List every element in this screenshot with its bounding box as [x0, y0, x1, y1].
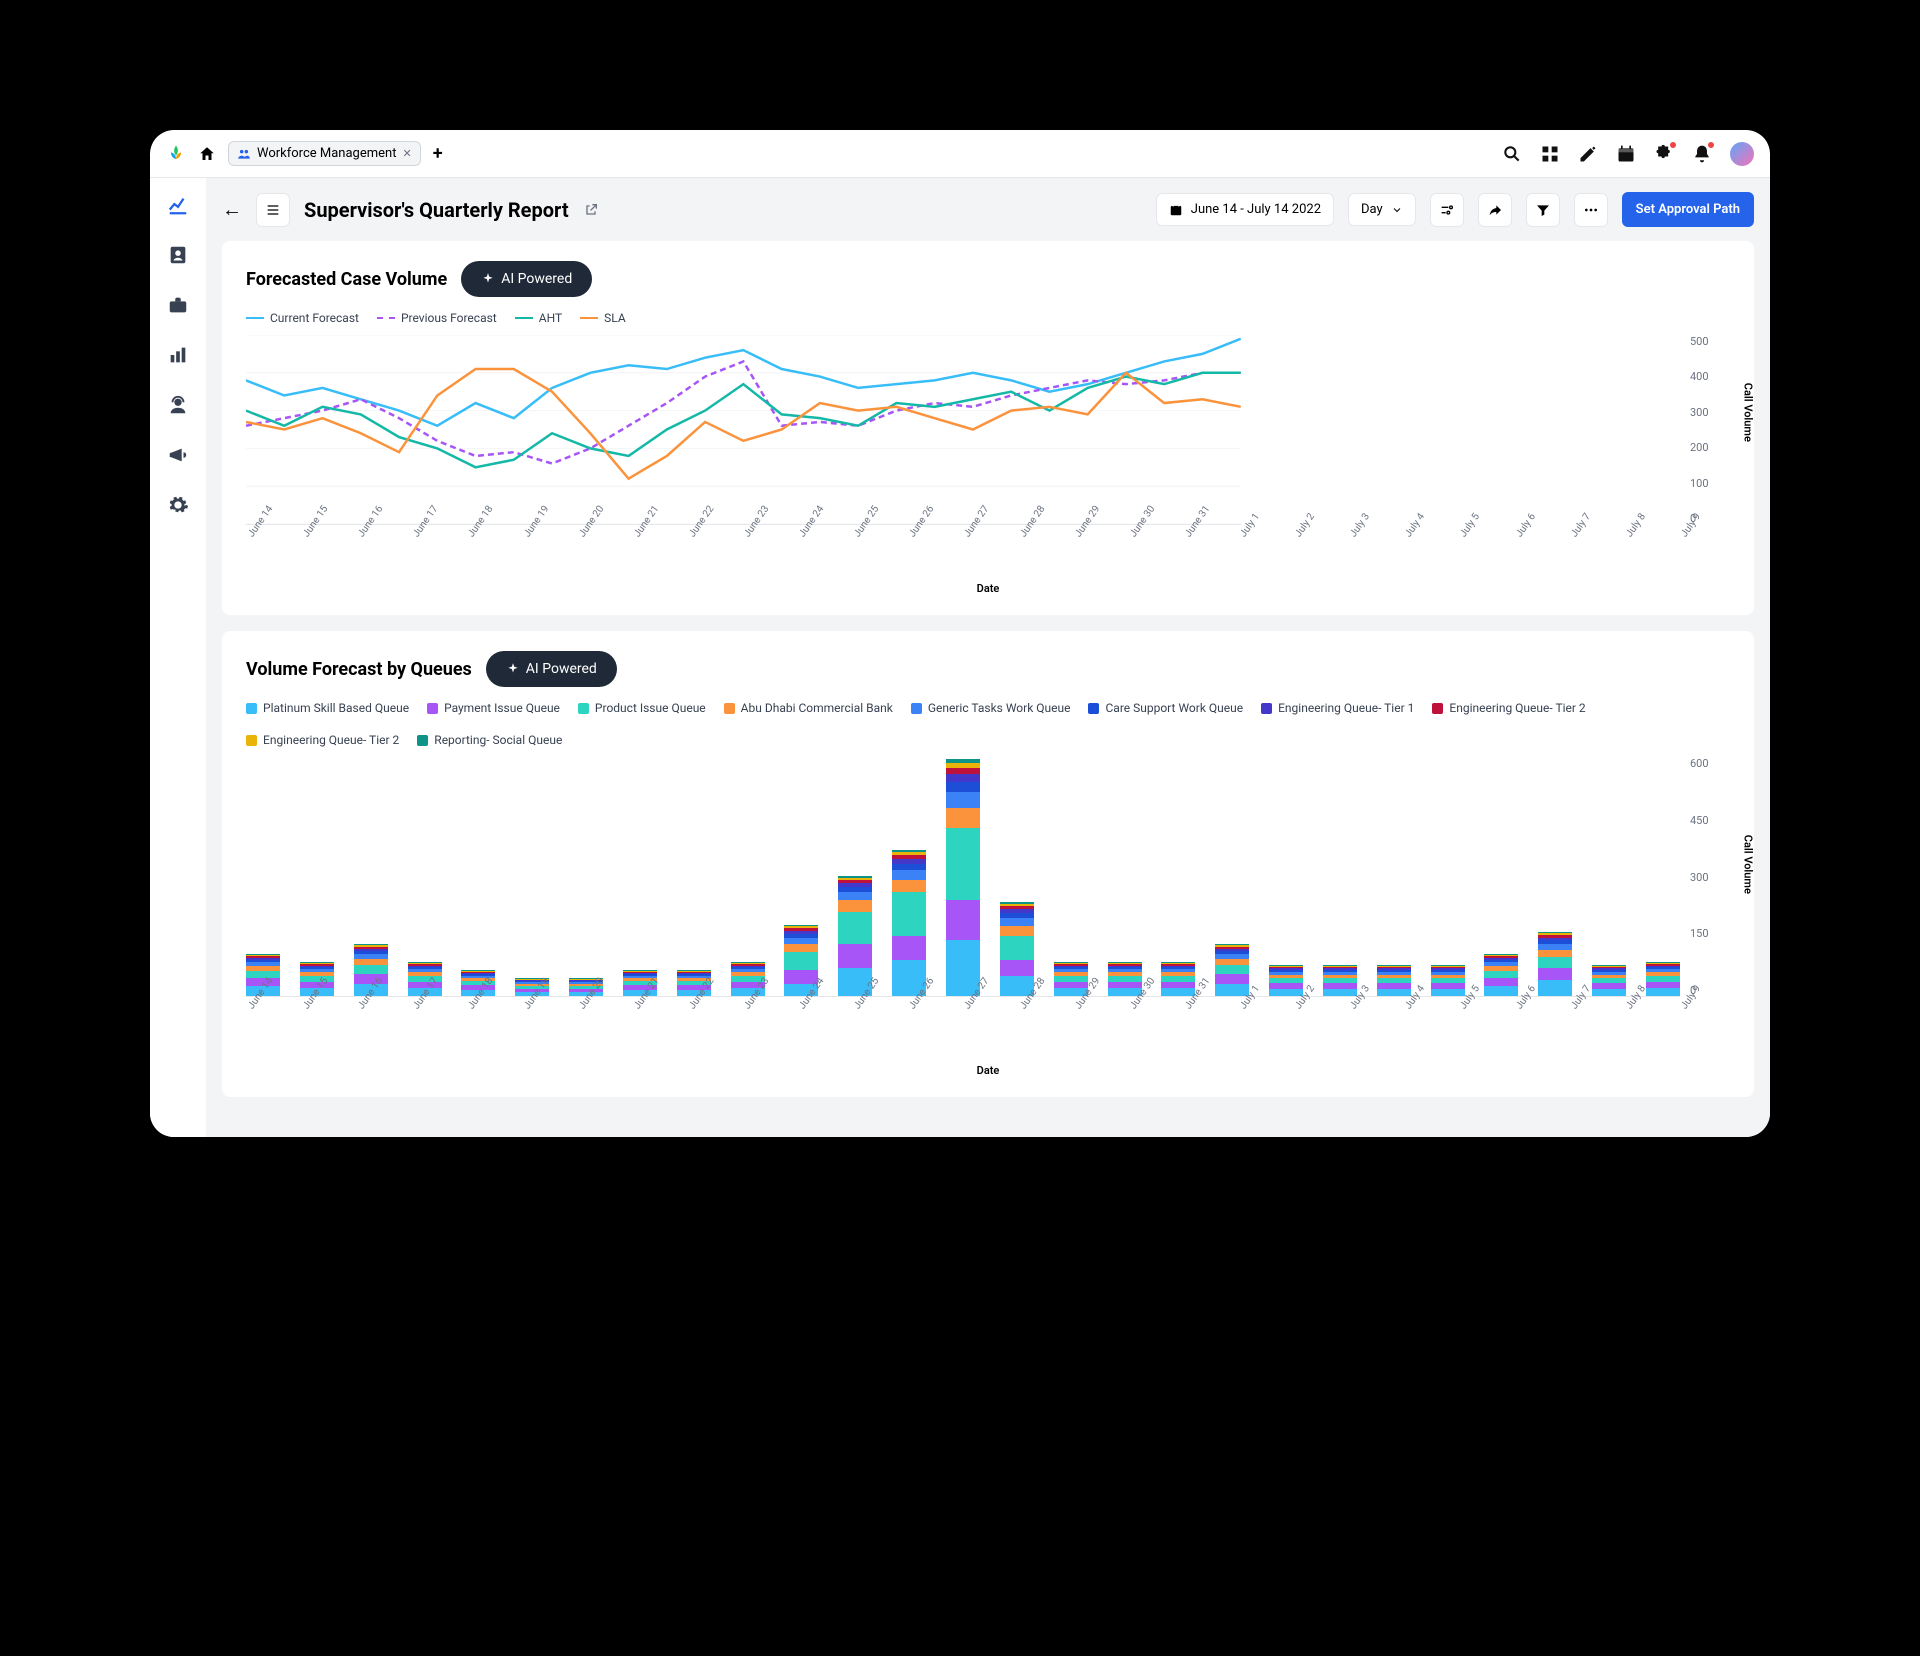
y-axis-label: Call Volume — [1742, 835, 1755, 894]
x-axis-label: Date — [977, 1064, 1000, 1077]
topbar: Workforce Management ✕ + — [150, 130, 1770, 178]
sidebar-barchart-icon[interactable] — [167, 344, 189, 366]
sparkle-icon — [506, 662, 520, 676]
legend-item: Payment Issue Queue — [427, 701, 560, 715]
calendar-icon — [1169, 203, 1183, 217]
granularity-value: Day — [1361, 202, 1383, 217]
card1-title: Forecasted Case Volume — [246, 269, 447, 290]
legend-item: Platinum Skill Based Queue — [246, 701, 409, 715]
app-window: Workforce Management ✕ + — [150, 130, 1770, 1137]
legend-item: Engineering Queue- Tier 2 — [246, 733, 399, 747]
bar-column — [838, 876, 872, 996]
card2-legend: Platinum Skill Based Queue Payment Issue … — [246, 701, 1730, 747]
bar-column — [1646, 962, 1680, 996]
ai-powered-pill: AI Powered — [461, 261, 592, 297]
puzzle-icon[interactable] — [1654, 144, 1674, 164]
bar-column — [1377, 965, 1411, 996]
legend-item: Previous Forecast — [377, 311, 497, 325]
y-axis-ticks: 6004503001500 — [1690, 757, 1730, 997]
bar-column — [1000, 902, 1034, 996]
legend-item: Engineering Queue- Tier 1 — [1261, 701, 1414, 715]
x-axis-ticks: June 14June 15June 16June 17June 18June … — [246, 1005, 1680, 1016]
back-button[interactable]: ← — [222, 197, 242, 222]
page-header: ← Supervisor's Quarterly Report June 14 … — [222, 178, 1754, 241]
legend-item: AHT — [515, 311, 562, 325]
sidebar-analytics-icon[interactable] — [167, 194, 189, 216]
sidebar — [150, 178, 206, 1137]
tab-workforce-management[interactable]: Workforce Management ✕ — [228, 141, 421, 166]
bar-chart: 6004503001500 Call Volume June 14June 15… — [246, 757, 1730, 1077]
bar-column — [1484, 954, 1518, 996]
date-range-picker[interactable]: June 14 - July 14 2022 — [1156, 193, 1334, 226]
line-chart: 5004003002001000 Call Volume June 14June… — [246, 335, 1730, 595]
bell-icon[interactable] — [1692, 144, 1712, 164]
x-axis-ticks: June 14June 15June 16June 17June 18June … — [246, 533, 1680, 544]
page-title: Supervisor's Quarterly Report — [304, 198, 569, 222]
sidebar-megaphone-icon[interactable] — [167, 444, 189, 466]
date-range-text: June 14 - July 14 2022 — [1191, 202, 1321, 217]
avatar[interactable] — [1730, 142, 1754, 166]
legend-item: Current Forecast — [246, 311, 359, 325]
more-button[interactable] — [1574, 193, 1608, 227]
home-icon[interactable] — [198, 145, 216, 163]
legend-item: Generic Tasks Work Queue — [911, 701, 1071, 715]
sidebar-briefcase-icon[interactable] — [167, 294, 189, 316]
brand-logo — [166, 144, 186, 164]
bar-column — [1592, 965, 1626, 996]
x-axis-label: Date — [977, 582, 1000, 595]
bar-column — [1215, 944, 1249, 996]
share-button[interactable] — [1478, 193, 1512, 227]
tab-close-icon[interactable]: ✕ — [402, 147, 411, 160]
main-content: ← Supervisor's Quarterly Report June 14 … — [206, 178, 1770, 1137]
calendar-icon[interactable] — [1616, 144, 1636, 164]
legend-item: Abu Dhabi Commercial Bank — [724, 701, 893, 715]
ai-powered-pill: AI Powered — [486, 651, 617, 687]
y-axis-ticks: 5004003002001000 — [1690, 335, 1730, 525]
forecasted-case-volume-card: Forecasted Case Volume AI Powered Curren… — [222, 241, 1754, 615]
legend-item: Care Support Work Queue — [1088, 701, 1243, 715]
legend-item: Product Issue Queue — [578, 701, 706, 715]
sidebar-contact-icon[interactable] — [167, 244, 189, 266]
people-icon — [237, 147, 251, 161]
bar-column — [946, 759, 980, 996]
settings-button[interactable] — [1430, 193, 1464, 227]
bar-column — [1431, 965, 1465, 996]
legend-item: Engineering Queue- Tier 2 — [1432, 701, 1585, 715]
y-axis-label: Call Volume — [1742, 383, 1755, 442]
menu-button[interactable] — [256, 193, 290, 227]
bar-column — [892, 850, 926, 996]
tab-label: Workforce Management — [257, 146, 396, 161]
granularity-select[interactable]: Day — [1348, 193, 1416, 226]
volume-forecast-queues-card: Volume Forecast by Queues AI Powered Pla… — [222, 631, 1754, 1097]
legend-item: SLA — [580, 311, 626, 325]
bar-column — [1269, 965, 1303, 996]
apps-icon[interactable] — [1540, 144, 1560, 164]
set-approval-path-button[interactable]: Set Approval Path — [1622, 192, 1754, 227]
sparkle-icon — [481, 272, 495, 286]
edit-icon[interactable] — [1578, 144, 1598, 164]
filter-button[interactable] — [1526, 193, 1560, 227]
line-plot — [246, 335, 1241, 525]
card2-title: Volume Forecast by Queues — [246, 659, 472, 680]
search-icon[interactable] — [1502, 144, 1522, 164]
new-tab-button[interactable]: + — [433, 143, 443, 164]
bar-column — [1538, 932, 1572, 996]
sidebar-agent-icon[interactable] — [167, 394, 189, 416]
popout-icon[interactable] — [583, 202, 599, 218]
legend-item: Reporting- Social Queue — [417, 733, 562, 747]
sidebar-gear-icon[interactable] — [167, 494, 189, 516]
chevron-down-icon — [1391, 204, 1403, 216]
bar-column — [1161, 962, 1195, 996]
card1-legend: Current Forecast Previous Forecast AHT SLA — [246, 311, 1730, 325]
bar-column — [1323, 965, 1357, 996]
bar-plot — [246, 757, 1680, 997]
